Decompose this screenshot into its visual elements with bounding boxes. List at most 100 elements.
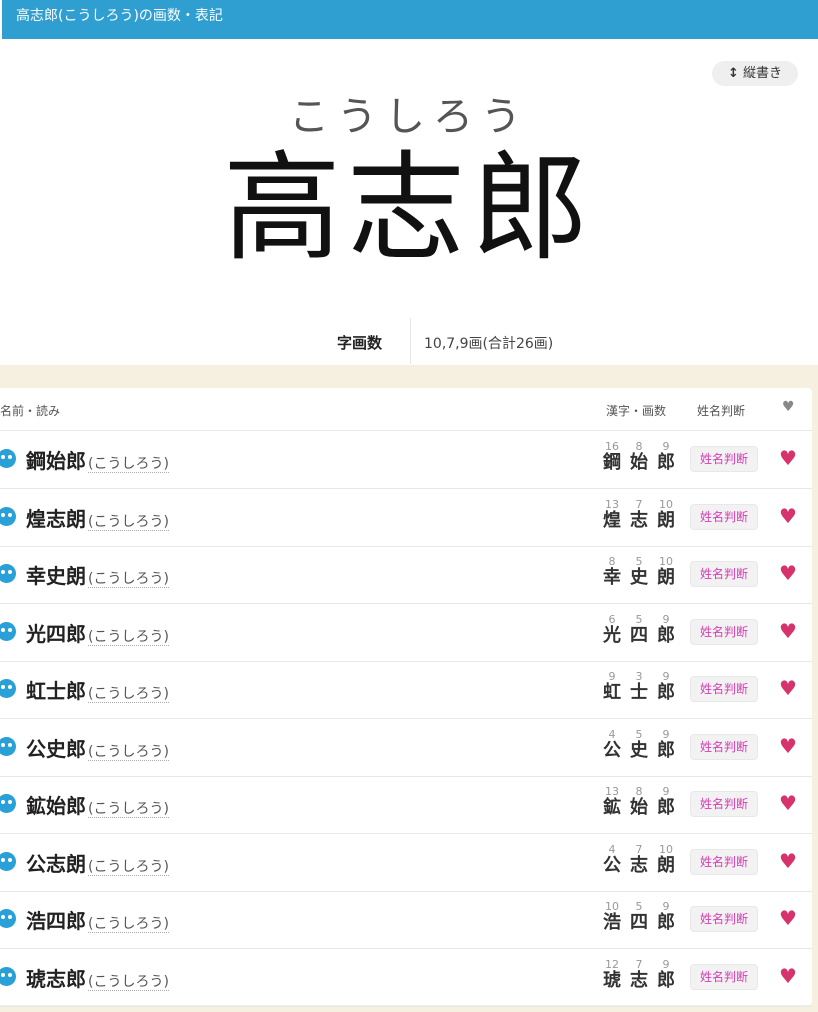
baby-face-icon bbox=[0, 564, 16, 583]
name-judge-button[interactable]: 姓名判断 bbox=[690, 733, 758, 760]
stroke-number: 10 bbox=[659, 555, 673, 568]
kanji-char: 虹 bbox=[603, 682, 621, 703]
name-kanji: 虹士郎 bbox=[26, 679, 86, 703]
name-reading: こうしろう bbox=[289, 94, 529, 140]
kanji-cell: 16 鋼 bbox=[600, 441, 624, 474]
kanji-cell: 8幸 bbox=[600, 556, 624, 589]
stroke-number: 12 bbox=[605, 957, 619, 971]
favorite-heart-icon[interactable]: ♥ bbox=[779, 963, 797, 989]
similar-names-list: 名前・読み 漢字・画数 姓名判断 ♥ 鋼始郎 (こうしろう) 16 鋼 8 始 9 郎姓名判断… bbox=[0, 388, 812, 1007]
baby-face-icon bbox=[0, 909, 16, 928]
stroke-number: 9 bbox=[662, 957, 670, 971]
name-reading: (こうしろう) bbox=[88, 743, 169, 761]
name-link[interactable]: 虹士郎 (こうしろう) bbox=[26, 675, 169, 704]
kanji-strokes: 8 幸 5 史 10 朗 bbox=[600, 556, 680, 596]
name-judge-button[interactable]: 姓名判断 bbox=[690, 906, 758, 932]
kanji-char: 公 bbox=[603, 739, 621, 761]
favorite-heart-icon[interactable]: ♥ bbox=[779, 905, 797, 931]
name-link[interactable]: 鉱始郎 (こうしろう) bbox=[26, 790, 169, 819]
stroke-number: 5 bbox=[635, 612, 643, 626]
stroke-number: 3 bbox=[635, 670, 643, 683]
stroke-number: 13 bbox=[605, 497, 619, 511]
stroke-number: 5 bbox=[635, 900, 643, 913]
kanji-char: 朗 bbox=[657, 567, 675, 588]
list-item: 鋼始郎 (こうしろう) 16 鋼 8 始 9 郎姓名判断 ♥ bbox=[0, 431, 812, 489]
list-header: 名前・読み 漢字・画数 姓名判断 ♥ bbox=[0, 388, 812, 431]
name-judge-button[interactable]: 姓名判断 bbox=[690, 446, 758, 472]
name-kanji: 光四郎 bbox=[26, 621, 86, 646]
name-reading: (こうしろう) bbox=[88, 628, 169, 646]
name-judge-button[interactable]: 姓名判断 bbox=[690, 561, 758, 587]
list-item: 虹士郎 (こうしろう) 9 虹 3 士 9 郎姓名判断 ♥ bbox=[0, 661, 812, 719]
kanji-cell: 9虹 bbox=[600, 671, 624, 704]
name-judge-button[interactable]: 姓名判断 bbox=[690, 676, 758, 702]
kanji-char: 郎 bbox=[657, 912, 675, 933]
name-kanji: 公志朗 bbox=[26, 851, 86, 876]
kanji-cell: 10 朗 bbox=[654, 844, 678, 877]
name-link[interactable]: 煌志朗 (こうしろう) bbox=[26, 503, 169, 532]
kanji-cell: 5史 bbox=[627, 556, 651, 589]
name-reading: (こうしろう) bbox=[88, 801, 169, 818]
kanji-char: 志 bbox=[630, 969, 648, 991]
kanji-cell: 10 朗 bbox=[654, 499, 678, 532]
favorite-heart-icon[interactable]: ♥ bbox=[779, 503, 797, 529]
kanji-strokes: 12 琥 7 志 9 郎 bbox=[600, 959, 680, 999]
kanji-cell: 9郎 bbox=[654, 959, 678, 992]
name-reading: (こうしろう) bbox=[88, 916, 169, 933]
stroke-number: 4 bbox=[608, 842, 616, 856]
name-link[interactable]: 浩四郎 (こうしろう) bbox=[26, 905, 169, 934]
kanji-char: 朗 bbox=[657, 854, 675, 876]
name-judge-button[interactable]: 姓名判断 bbox=[690, 503, 758, 530]
stroke-number: 9 bbox=[662, 900, 670, 913]
stroke-number: 8 bbox=[635, 440, 643, 453]
kanji-char: 朗 bbox=[657, 509, 675, 531]
kanji-cell: 9郎 bbox=[654, 729, 678, 762]
stroke-count-value: 10,7,9画(合計26画) bbox=[424, 336, 554, 352]
favorite-heart-icon[interactable]: ♥ bbox=[779, 560, 797, 586]
baby-face-icon bbox=[0, 736, 16, 756]
favorite-heart-icon[interactable]: ♥ bbox=[779, 618, 797, 644]
favorite-heart-icon[interactable]: ♥ bbox=[779, 445, 797, 471]
stroke-number: 10 bbox=[659, 842, 673, 856]
stroke-number: 9 bbox=[662, 727, 670, 741]
stroke-number: 5 bbox=[635, 555, 643, 568]
favorite-heart-icon[interactable]: ♥ bbox=[779, 733, 797, 759]
name-judge-button[interactable]: 姓名判断 bbox=[690, 848, 758, 875]
name-link[interactable]: 公志朗 (こうしろう) bbox=[26, 848, 169, 877]
list-item: 鉱始郎 (こうしろう) 13 鉱 8 始 9 郎姓名判断 ♥ bbox=[0, 776, 812, 834]
kanji-strokes: 6光5四9郎 bbox=[600, 614, 680, 654]
name-link[interactable]: 琥志郎 (こうしろう) bbox=[26, 963, 169, 992]
kanji-strokes: 10 浩 5 四 9 郎 bbox=[600, 901, 680, 941]
list-item: 浩四郎 (こうしろう) 10 浩 5 四 9 郎姓名判断 ♥ bbox=[0, 891, 812, 949]
name-reading: (こうしろう) bbox=[88, 456, 169, 473]
stroke-number: 8 bbox=[608, 555, 616, 568]
kanji-cell: 10 朗 bbox=[654, 556, 678, 589]
name-kanji: 浩四郎 bbox=[26, 909, 86, 933]
kanji-cell: 8始 bbox=[627, 441, 651, 474]
favorite-heart-icon[interactable]: ♥ bbox=[779, 790, 797, 816]
name-link[interactable]: 光四郎 (こうしろう) bbox=[26, 618, 169, 647]
column-header-kanji: 漢字・画数 bbox=[606, 404, 667, 418]
favorite-heart-icon[interactable]: ♥ bbox=[779, 675, 797, 701]
name-judge-button[interactable]: 姓名判断 bbox=[690, 963, 758, 990]
baby-face-icon bbox=[0, 449, 16, 468]
baby-face-icon bbox=[0, 506, 16, 526]
stroke-number: 7 bbox=[635, 957, 643, 971]
list-item: 煌志朗 (こうしろう) 13 煌 7 志 10 朗姓名判断 ♥ bbox=[0, 489, 812, 547]
name-link[interactable]: 鋼始郎 (こうしろう) bbox=[26, 445, 169, 474]
stroke-number: 16 bbox=[605, 440, 619, 453]
vertical-writing-button[interactable]: ↕ 縦書き bbox=[712, 61, 798, 86]
stroke-count-row: 字画数 10,7,9画(合計26画) bbox=[0, 318, 818, 364]
name-judge-button[interactable]: 姓名判断 bbox=[690, 791, 758, 817]
kanji-cell: 9郎 bbox=[654, 441, 678, 474]
kanji-char: 史 bbox=[630, 567, 648, 588]
name-judge-button[interactable]: 姓名判断 bbox=[690, 618, 758, 645]
kanji-cell: 3士 bbox=[627, 671, 651, 704]
name-link[interactable]: 公史郎 (こうしろう) bbox=[26, 733, 169, 762]
name-link[interactable]: 幸史朗 (こうしろう) bbox=[26, 560, 169, 589]
kanji-char: 郎 bbox=[657, 452, 675, 473]
kanji-cell: 7志 bbox=[627, 499, 651, 532]
favorite-heart-icon[interactable]: ♥ bbox=[779, 848, 797, 874]
name-kanji: 琥志郎 bbox=[26, 966, 86, 991]
kanji-char: 鋼 bbox=[603, 452, 621, 473]
